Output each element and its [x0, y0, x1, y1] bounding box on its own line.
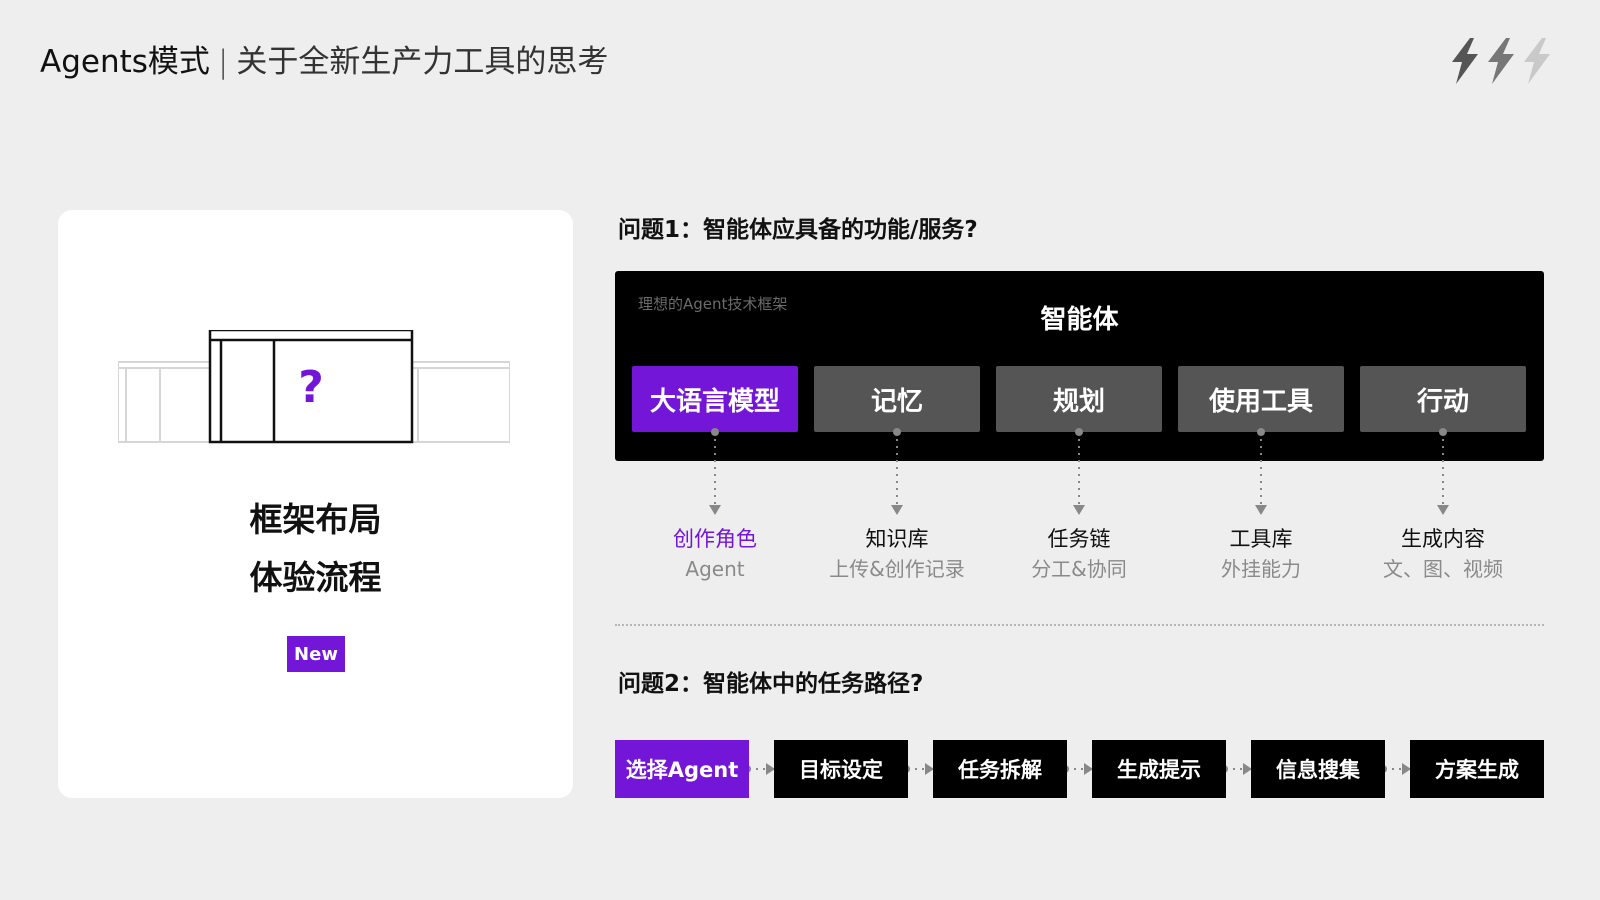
resource-knowledge-base: 知识库 上传&创作记录 [807, 524, 987, 584]
topic-card: ? 框架布局 体验流程 New [58, 210, 573, 798]
module-tool-use[interactable]: 使用工具 [1178, 366, 1344, 432]
new-badge: New [287, 636, 345, 672]
step-set-goal[interactable]: 目标设定 [774, 740, 908, 798]
panel-title: 智能体 [1040, 305, 1119, 335]
step-select-agent[interactable]: 选择Agent [615, 740, 749, 798]
resource-tool-library: 工具库 外挂能力 [1171, 524, 1351, 584]
resource-desc: 外挂能力 [1221, 557, 1301, 581]
resource-desc: 文、图、视频 [1383, 557, 1503, 581]
bolt-icon [1488, 38, 1514, 84]
card-heading-framework: 框架布局 [249, 500, 382, 539]
question-2-title: 问题2：智能体中的任务路径? [618, 671, 924, 697]
page-subtitle: 关于全新生产力工具的思考 [236, 44, 609, 80]
section-divider [615, 624, 1544, 626]
step-break-down-task[interactable]: 任务拆解 [933, 740, 1067, 798]
card-heading-flow: 体验流程 [249, 558, 382, 597]
title-separator: | [217, 44, 229, 80]
page-title-main: Agents模式 [40, 44, 210, 80]
module-memory[interactable]: 记忆 [814, 366, 980, 432]
resource-desc: 分工&协同 [1031, 557, 1127, 581]
resource-label: 创作角色 [673, 527, 757, 551]
question-mark-glyph: ? [298, 362, 324, 413]
lightning-bolts-icon [1452, 38, 1550, 84]
step-generate-prompt[interactable]: 生成提示 [1092, 740, 1226, 798]
resource-label: 任务链 [1047, 527, 1111, 551]
resource-label: 工具库 [1229, 527, 1293, 551]
module-planning[interactable]: 规划 [996, 366, 1162, 432]
resource-desc: 上传&创作记录 [829, 557, 965, 581]
step-generate-plan[interactable]: 方案生成 [1410, 740, 1544, 798]
question-mark-layout-icon: ? [118, 330, 510, 444]
resource-desc: Agent [685, 557, 745, 581]
resource-agent-role: 创作角色 Agent [625, 524, 805, 584]
resource-generated-content: 生成内容 文、图、视频 [1353, 524, 1533, 584]
question-1-title: 问题1：智能体应具备的功能/服务? [618, 217, 978, 243]
resource-label: 知识库 [865, 527, 929, 551]
module-llm[interactable]: 大语言模型 [632, 366, 798, 432]
resource-label: 生成内容 [1401, 527, 1485, 551]
step-gather-info[interactable]: 信息搜集 [1251, 740, 1385, 798]
bolt-icon [1524, 38, 1550, 84]
module-action[interactable]: 行动 [1360, 366, 1526, 432]
resource-task-chain: 任务链 分工&协同 [989, 524, 1169, 584]
page-title: Agents模式 | 关于全新生产力工具的思考 [40, 42, 608, 82]
bolt-icon [1452, 38, 1478, 84]
agent-framework-panel: 理想的Agent技术框架 智能体 大语言模型 记忆 规划 使用工具 行动 [615, 271, 1544, 461]
